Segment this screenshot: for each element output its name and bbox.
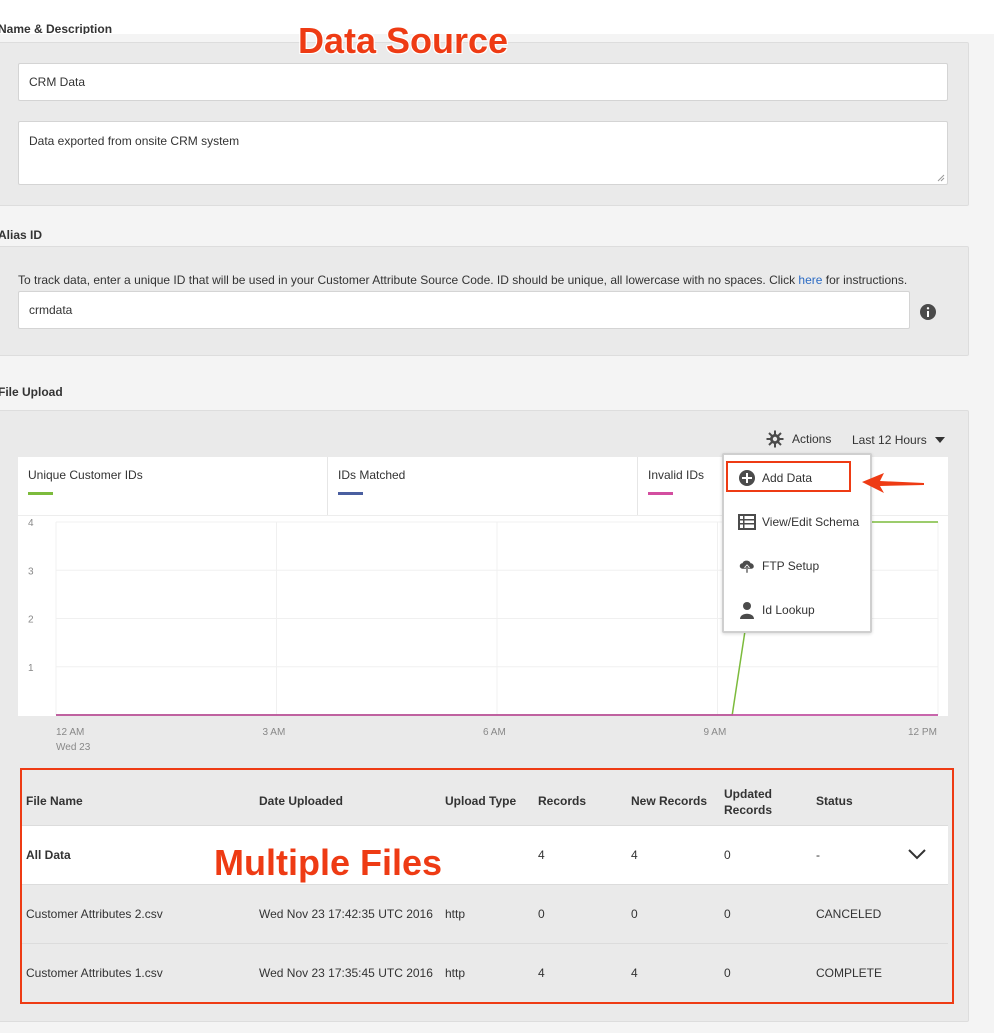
y-tick-label: 2 bbox=[28, 615, 34, 626]
time-range-dropdown[interactable]: Last 12 Hours bbox=[852, 433, 946, 447]
menu-item-ftp-setup[interactable]: FTP Setup bbox=[738, 555, 819, 577]
x-axis-sublabel: Wed 23 bbox=[56, 742, 91, 753]
chevron-down-icon bbox=[934, 437, 945, 443]
multiple-files-highlight bbox=[20, 768, 954, 1004]
x-tick-label: 12 PM bbox=[908, 727, 937, 738]
y-tick-label: 4 bbox=[28, 518, 34, 529]
arrow-annotation-icon bbox=[862, 473, 924, 493]
table-icon bbox=[738, 513, 756, 531]
alias-id-input[interactable]: crmdata bbox=[18, 291, 910, 329]
name-description-label: Name & Description bbox=[0, 24, 113, 34]
description-value: Data exported from onsite CRM system bbox=[29, 134, 240, 148]
menu-item-label: FTP Setup bbox=[762, 559, 820, 573]
menu-item-view-edit-schema[interactable]: View/Edit Schema bbox=[738, 511, 859, 533]
menu-item-id-lookup[interactable]: Id Lookup bbox=[738, 599, 815, 621]
data-source-annotation: Data Source bbox=[298, 20, 509, 61]
y-tick-label: 1 bbox=[28, 663, 34, 674]
info-icon[interactable] bbox=[919, 303, 937, 321]
alias-id-value: crmdata bbox=[29, 303, 73, 317]
x-tick-label: 6 AM bbox=[483, 727, 506, 738]
file-upload-label: File Upload bbox=[0, 385, 63, 399]
x-tick-label: 9 AM bbox=[703, 727, 727, 738]
x-tick-label: 3 AM bbox=[262, 727, 286, 738]
resize-handle-icon[interactable] bbox=[937, 174, 945, 182]
person-icon bbox=[738, 601, 756, 619]
actions-label: Actions bbox=[792, 432, 832, 446]
add-data-highlight bbox=[726, 461, 851, 492]
x-tick-label: 12 AM bbox=[56, 727, 85, 738]
cloud-upload-icon bbox=[738, 557, 756, 575]
menu-item-label: View/Edit Schema bbox=[762, 515, 860, 529]
menu-item-label: Id Lookup bbox=[762, 603, 815, 617]
alias-help-text: To track data, enter a unique ID that wi… bbox=[18, 273, 907, 287]
name-field[interactable]: CRM Data bbox=[18, 63, 948, 101]
y-tick-label: 3 bbox=[28, 566, 34, 577]
alias-id-label: Alias ID bbox=[0, 228, 43, 242]
alias-help-suffix: for instructions. bbox=[822, 273, 908, 287]
multiple-files-annotation: Multiple Files bbox=[214, 842, 443, 883]
description-textarea[interactable]: Data exported from onsite CRM system bbox=[18, 121, 948, 185]
name-field-value: CRM Data bbox=[29, 75, 86, 89]
time-range-value: Last 12 Hours bbox=[852, 433, 927, 447]
gear-icon bbox=[766, 430, 784, 448]
alias-help-prefix: To track data, enter a unique ID that wi… bbox=[18, 273, 799, 287]
alias-help-link[interactable]: here bbox=[798, 273, 822, 287]
actions-button[interactable]: Actions bbox=[766, 430, 831, 448]
